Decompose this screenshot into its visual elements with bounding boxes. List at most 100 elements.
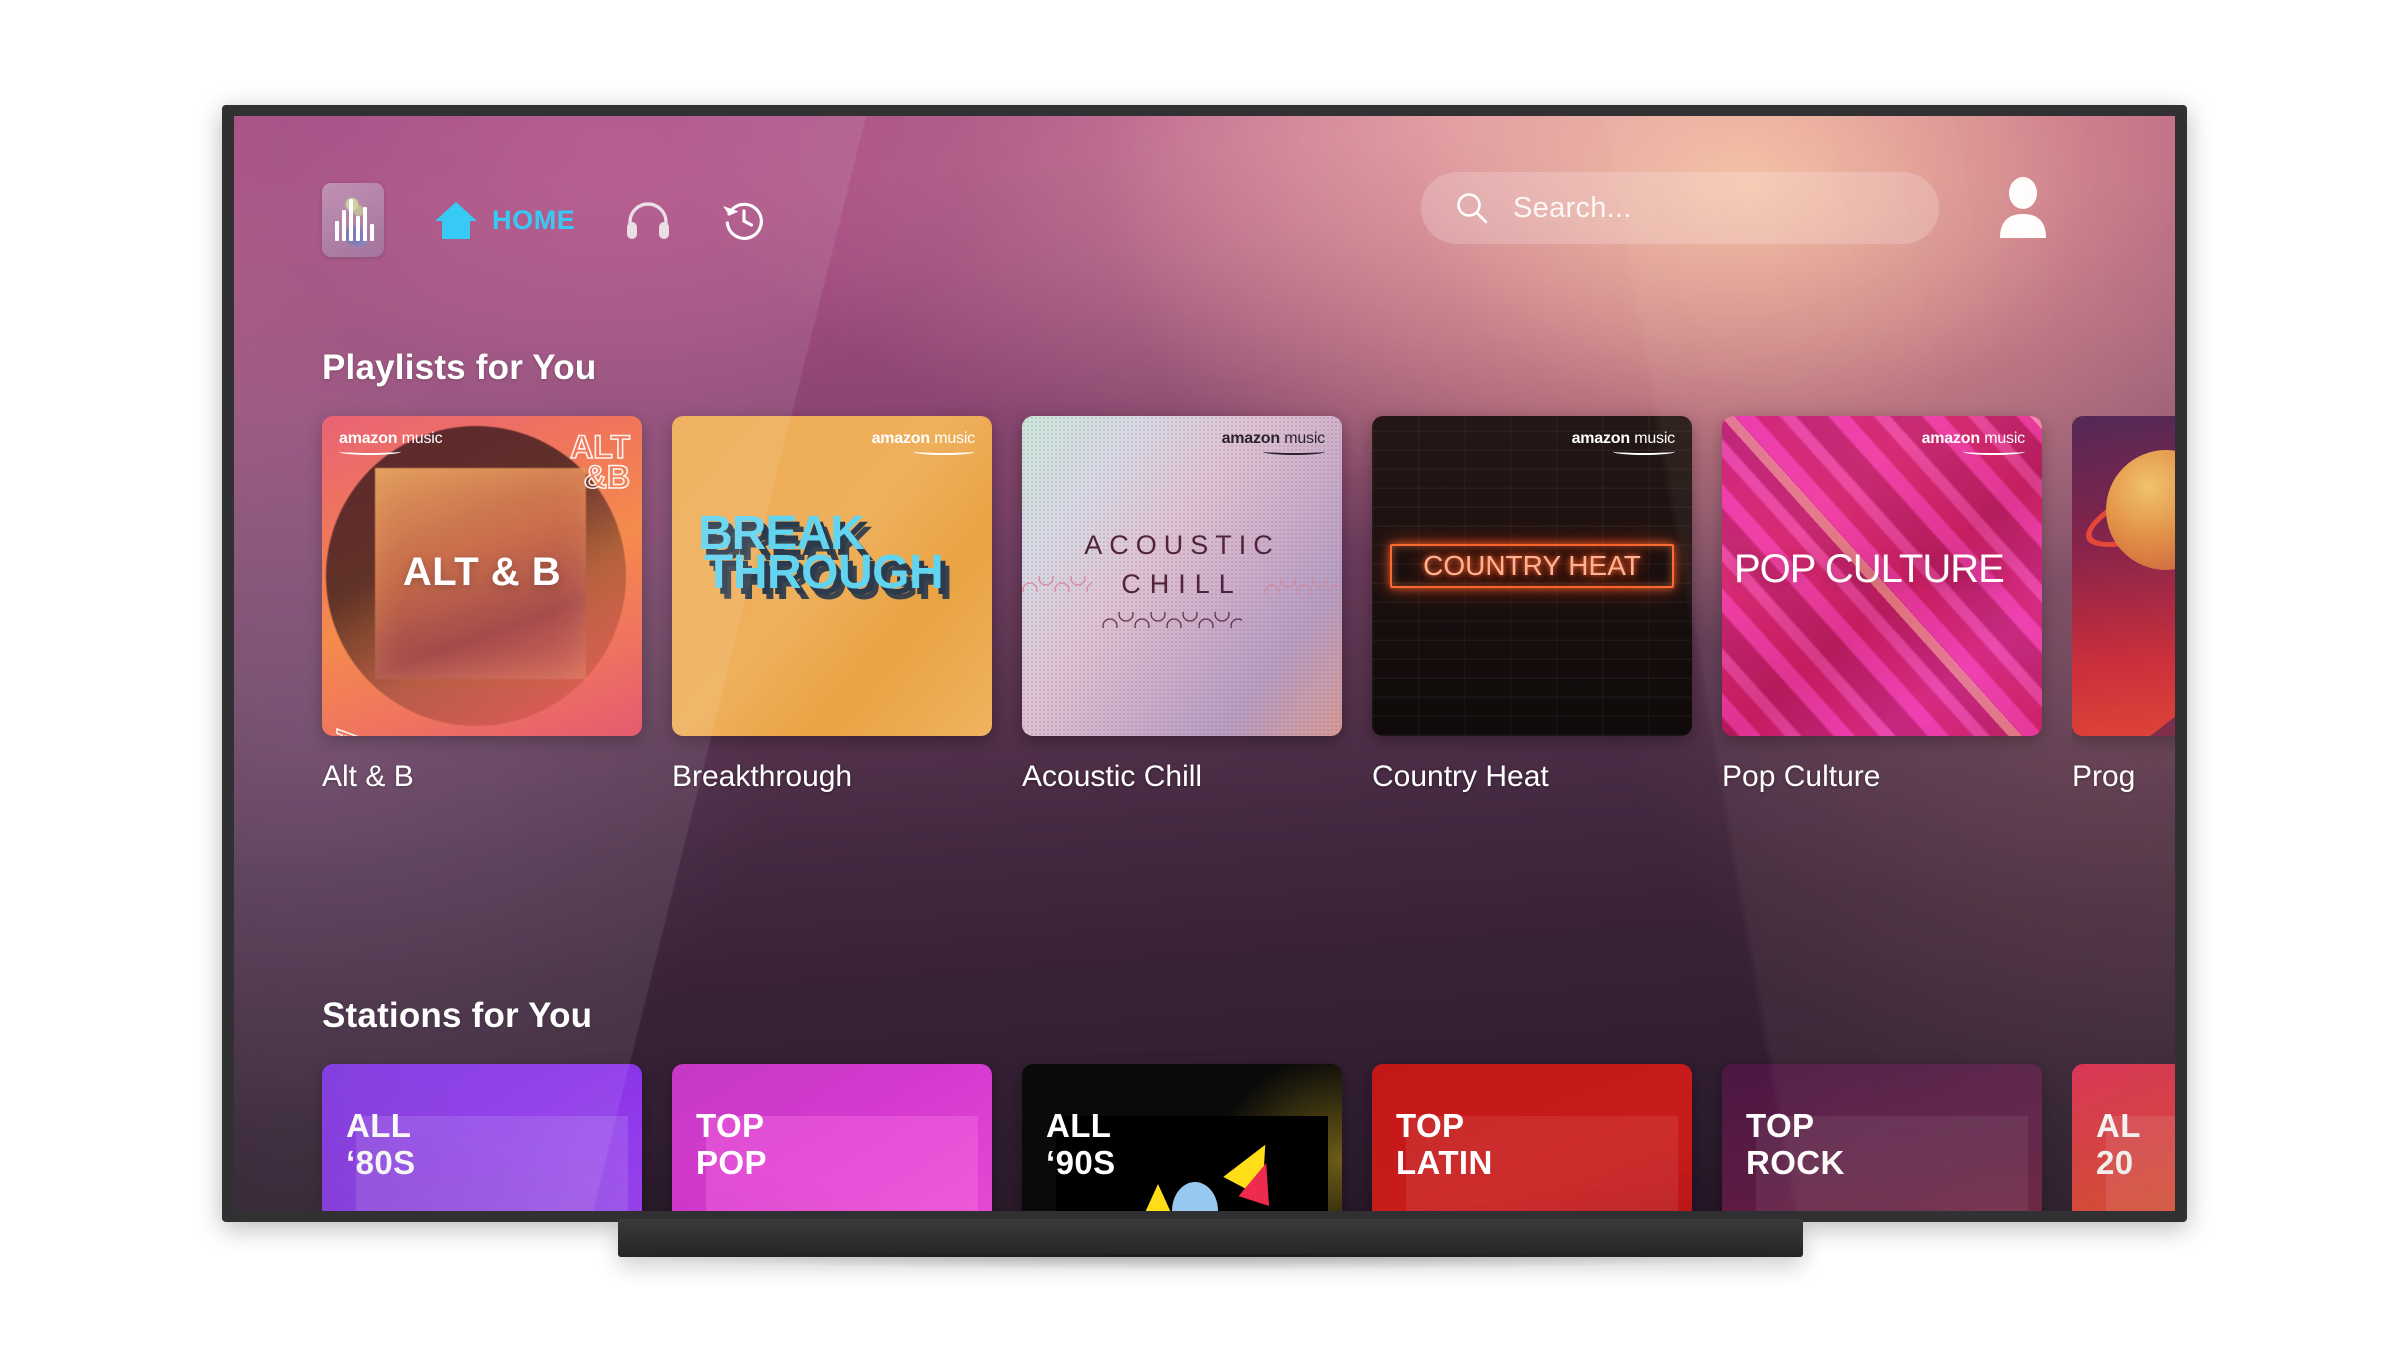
playlist-artwork-alt-b[interactable]: amazon music ALT&B ALT&B ALT & B [322,416,642,736]
amazon-music-wordmark: amazon music [1922,431,2025,455]
station-title-all-80s: ALL ‘80S [346,1107,416,1182]
playlist-label-pop-culture: Pop Culture [1722,760,1881,793]
playlist-card-acoustic-chill[interactable]: amazon music ACOUSTIC CHILL Acoustic Chi… [1022,416,1342,794]
artwork-title-alt-b: ALT & B [402,550,562,594]
amazon-music-wordmark: amazon music [1222,431,1325,455]
artwork-title-pop-culture: POP CULTURE [1734,547,2005,591]
history-icon [723,202,764,240]
artwork-line-1: TOP [1396,1107,1465,1144]
search-input[interactable]: Search... [1421,172,1939,244]
playlist-card-alt-b[interactable]: amazon music ALT&B ALT&B ALT & B Alt & B [322,416,642,794]
artwork-line-2: LATIN [1396,1143,1493,1181]
station-artwork-top-pop[interactable]: TOP POP [672,1064,992,1211]
amazon-smile-icon [339,448,401,455]
nav-item-home[interactable]: HOME [434,200,575,240]
station-title-all-90s: ALL ‘90S [1046,1107,1116,1182]
artwork-line-2: CHILL [1121,569,1243,600]
stations-row[interactable]: ALL ‘80S TOP POP ALL ‘90S TOP LATIN TOP … [322,1064,2175,1211]
amazon-smile-icon [1263,448,1325,455]
tv-screen: HOME Search... Playlists for You amazon … [234,116,2175,1211]
station-card-all-90s[interactable]: ALL ‘90S [1022,1064,1342,1211]
artwork-line-1: AL [2096,1107,2141,1144]
nav-left-group: HOME [322,183,765,257]
artwork-title-breakthrough: BREAK THROUGH [698,510,944,600]
playlist-artwork-breakthrough[interactable]: amazon music BREAK THROUGH [672,416,992,736]
artwork-line-1: ACOUSTIC [1084,530,1280,560]
nav-item-recents[interactable] [721,198,765,242]
station-card-all-2000s[interactable]: AL 20 [2072,1064,2175,1211]
playlist-label-progressive: Prog [2072,760,2136,793]
station-card-top-latin[interactable]: TOP LATIN [1372,1064,1692,1211]
artwork-line-2: 20 [2096,1143,2134,1181]
playlist-label-country-heat: Country Heat [1372,760,1549,793]
nav-item-home-label: HOME [492,204,576,235]
station-card-top-rock[interactable]: TOP ROCK [1722,1064,2042,1211]
wordmark-amazon: amazon [1921,430,1981,447]
artwork-outline-text-top: ALT &B [569,429,630,496]
artwork-neon-sign: COUNTRY HEAT [1390,544,1674,588]
artwork-wave-bottom [1102,612,1242,628]
tv-stand [618,1219,1803,1257]
station-artwork-top-latin[interactable]: TOP LATIN [1372,1064,1692,1211]
artwork-title-country-heat: COUNTRY HEAT [1423,550,1641,581]
playlist-card-country-heat[interactable]: amazon music COUNTRY HEAT Country Heat [1372,416,1692,794]
headphones-icon [627,202,670,239]
amazon-smile-icon [1613,448,1675,455]
section-title-stations: Stations for You [322,996,593,1035]
station-card-top-pop[interactable]: TOP POP [672,1064,992,1211]
playlist-artwork-country-heat[interactable]: amazon music COUNTRY HEAT [1372,416,1692,736]
profile-avatar-icon[interactable] [1995,174,2051,240]
app-content: HOME Search... Playlists for You amazon … [234,116,2175,1211]
artwork-line-1: TOP [1746,1107,1815,1144]
playlist-card-pop-culture[interactable]: amazon music POP CULTURE Pop Culture [1722,416,2042,794]
station-title-top-latin: TOP LATIN [1396,1107,1493,1182]
station-artwork-all-80s[interactable]: ALL ‘80S [322,1064,642,1211]
amazon-music-wordmark: amazon music [339,430,443,455]
artwork-planet-decor [2106,450,2175,570]
wordmark-amazon: amazon [1571,430,1631,447]
artwork-line-2: ‘80S [346,1143,416,1181]
artwork-line-1: ALL [346,1107,412,1144]
home-icon [435,202,477,239]
playlist-artwork-progressive[interactable] [2072,416,2175,736]
playlists-row[interactable]: amazon music ALT&B ALT&B ALT & B Alt & B [322,416,2175,794]
wordmark-music: music [934,430,975,447]
search-icon [1457,193,1488,224]
wordmark-amazon: amazon [1221,430,1281,447]
wordmark-music: music [1984,430,2025,447]
artwork-line-2: ‘90S [1046,1143,1116,1181]
station-artwork-all-90s[interactable]: ALL ‘90S [1022,1064,1342,1211]
wordmark-amazon: amazon [871,430,931,447]
playlist-label-acoustic-chill: Acoustic Chill [1022,760,1203,793]
artwork-line-1: ALL [1046,1107,1112,1144]
amazon-music-app-logo-icon[interactable] [322,183,384,257]
station-title-top-pop: TOP POP [696,1107,767,1182]
artwork-title-acoustic-chill: ACOUSTIC CHILL [1022,526,1342,604]
artwork-outline-text-bottom: ALT&B [329,727,364,736]
amazon-smile-icon [913,448,975,455]
amazon-music-wordmark: amazon music [872,431,975,455]
search-placeholder: Search... [1513,191,1632,224]
artwork-diagonal-decor [2072,626,2175,736]
playlist-card-breakthrough[interactable]: amazon music BREAK THROUGH Breakthrough [672,416,992,794]
station-artwork-top-rock[interactable]: TOP ROCK [1722,1064,2042,1211]
playlist-artwork-pop-culture[interactable]: amazon music POP CULTURE [1722,416,2042,736]
wordmark-music: music [1284,430,1325,447]
playlist-artwork-acoustic-chill[interactable]: amazon music ACOUSTIC CHILL [1022,416,1342,736]
amazon-smile-icon [1963,448,2025,455]
wordmark-music: music [1634,430,1675,447]
artwork-line-2: ROCK [1746,1143,1845,1181]
playlist-label-breakthrough: Breakthrough [672,760,853,793]
section-title-playlists: Playlists for You [322,348,597,387]
playlist-card-progressive[interactable]: Prog [2072,416,2175,794]
tv-scene: HOME Search... Playlists for You amazon … [0,0,2400,1350]
artwork-line-2: POP [696,1143,767,1181]
nav-item-library[interactable] [625,200,671,240]
artwork-line-2: THROUGH [704,546,944,600]
station-artwork-all-2000s[interactable]: AL 20 [2072,1064,2175,1211]
station-card-all-80s[interactable]: ALL ‘80S [322,1064,642,1211]
playlist-label-alt-b: Alt & B [322,760,414,793]
wordmark-amazon: amazon [339,430,398,447]
wordmark-music: music [401,430,443,447]
tv-stand-shadow [600,1254,1820,1270]
